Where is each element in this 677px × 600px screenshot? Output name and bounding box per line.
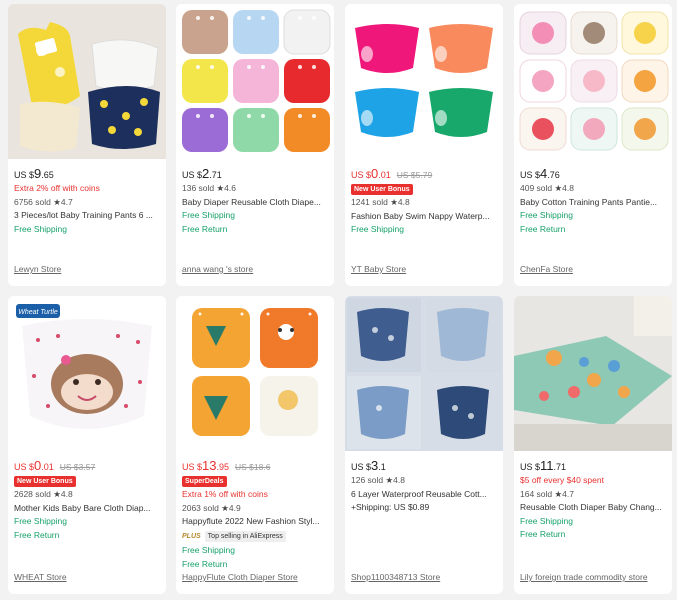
store-link[interactable]: Shop1100348713 Store (351, 572, 440, 582)
price: US $3.1 (351, 458, 386, 473)
product-card[interactable]: US $3.1 126 sold ★4.8 6 Layer Waterproof… (345, 296, 503, 594)
free-shipping: Free Shipping (520, 210, 573, 221)
sold-rating: 164 sold ★4.7 (520, 488, 574, 499)
product-image[interactable] (345, 296, 503, 451)
star-icon: ★ (221, 502, 229, 513)
original-price: US $3.57 (59, 462, 96, 472)
free-return: Free Return (182, 223, 228, 234)
free-return: Free Return (520, 223, 566, 234)
promo-text: $5 off every $40 spent (520, 475, 604, 485)
product-title[interactable]: Baby Cotton Training Pants Pantie... (520, 196, 666, 210)
free-shipping: Free Shipping (14, 223, 67, 234)
product-title[interactable]: Reusable Cloth Diaper Baby Chang... (520, 501, 666, 515)
free-shipping: Free Shipping (182, 545, 235, 556)
price: US $9.65 (14, 166, 54, 181)
product-title[interactable]: 3 Pieces/lot Baby Training Pants 6 ... (14, 209, 160, 223)
product-image[interactable] (176, 4, 334, 159)
star-icon: ★ (53, 489, 61, 499)
brand-logo-text: Wheat Turtle (18, 309, 58, 316)
product-title[interactable]: Happyflute 2022 New Fashion Styl... (182, 515, 328, 529)
price: US $13.95 US $18.6 (182, 458, 271, 473)
star-icon: ★ (554, 488, 563, 499)
new-user-badge: New User Bonus (14, 476, 76, 487)
sold-rating: 126 sold ★4.8 (351, 475, 405, 485)
plus-row: PLUS Top selling in AliExpress (182, 530, 328, 544)
product-image[interactable] (514, 4, 672, 159)
product-image[interactable] (176, 296, 334, 451)
store-link[interactable]: HappyFlute Cloth Diaper Store (182, 572, 298, 582)
product-card[interactable]: US $0.01 US $5.79 New User Bonus 1241 sol… (345, 4, 503, 286)
shipping-cost: +Shipping: US $0.89 (351, 502, 430, 513)
product-card[interactable]: US $11.71 $5 off every $40 spent 164 sol… (514, 296, 672, 594)
sold-rating: 409 sold ★4.8 (520, 183, 574, 193)
product-image[interactable] (345, 4, 503, 159)
product-image[interactable] (514, 296, 672, 451)
sold-rating: 1241 sold ★4.8 (351, 197, 410, 207)
store-link[interactable]: Lewyn Store (14, 264, 61, 274)
product-card[interactable]: US $13.95 US $18.6 SuperDeals Extra 1% of… (176, 296, 334, 594)
product-card[interactable]: US $2.71 136 sold ★4.6 Baby Diaper Reusa… (176, 4, 334, 286)
new-user-badge: New User Bonus (351, 184, 413, 195)
price: US $4.76 (520, 166, 560, 181)
store-link[interactable]: Lily foreign trade commodity store (520, 572, 648, 582)
promo-text: Extra 1% off with coins (182, 489, 268, 499)
product-title[interactable]: Fashion Baby Swim Nappy Waterp... (351, 210, 497, 224)
price: US $0.01 US $3.57 (14, 458, 96, 473)
product-grid: US $9.65 Extra 2% off with coins 6756 so… (0, 0, 677, 600)
top-selling-tag: Top selling in AliExpress (204, 531, 286, 543)
star-icon: ★ (385, 475, 394, 485)
sold-rating: 2063 sold ★4.9 (182, 502, 241, 513)
price: US $11.71 (520, 458, 567, 473)
promo-text: Extra 2% off with coins (14, 183, 100, 193)
star-icon: ★ (53, 196, 61, 207)
product-title[interactable]: 6 Layer Waterproof Reusable Cott... (351, 488, 497, 502)
product-card[interactable]: Wheat Turtle US $0.01 US $3.57 New User B… (8, 296, 166, 594)
star-icon: ★ (554, 183, 563, 193)
product-card[interactable]: US $9.65 Extra 2% off with coins 6756 so… (8, 4, 166, 286)
star-icon: ★ (216, 183, 225, 193)
product-title[interactable]: Baby Diaper Reusable Cloth Diape... (182, 196, 328, 210)
store-link[interactable]: anna wang 's store (182, 264, 253, 274)
free-shipping: Free Shipping (182, 210, 235, 221)
free-shipping: Free Shipping (520, 515, 573, 526)
store-link[interactable]: WHEAT Store (14, 572, 67, 582)
sold-rating: 2628 sold ★4.8 (14, 489, 73, 499)
original-price: US $5.79 (396, 170, 433, 180)
free-shipping: Free Shipping (351, 224, 404, 235)
product-image[interactable]: Wheat Turtle (8, 296, 166, 451)
star-icon: ★ (390, 197, 398, 207)
product-title[interactable]: Mother Kids Baby Bare Cloth Diap... (14, 502, 160, 516)
original-price: US $18.6 (235, 462, 271, 472)
product-image[interactable] (8, 4, 166, 159)
plus-badge: PLUS (182, 532, 201, 540)
sold-rating: 136 sold ★4.6 (182, 183, 236, 193)
free-shipping: Free Shipping (14, 516, 67, 527)
product-card[interactable]: US $4.76 409 sold ★4.8 Baby Cotton Train… (514, 4, 672, 286)
store-link[interactable]: ChenFa Store (520, 264, 573, 274)
free-return: Free Return (182, 558, 228, 569)
free-return: Free Return (14, 529, 60, 540)
store-link[interactable]: YT Baby Store (351, 264, 406, 274)
free-return: Free Return (520, 529, 566, 540)
price: US $0.01 US $5.79 (351, 166, 433, 181)
superdeals-badge: SuperDeals (182, 476, 227, 487)
price: US $2.71 (182, 166, 222, 181)
sold-rating: 6756 sold ★4.7 (14, 196, 73, 207)
